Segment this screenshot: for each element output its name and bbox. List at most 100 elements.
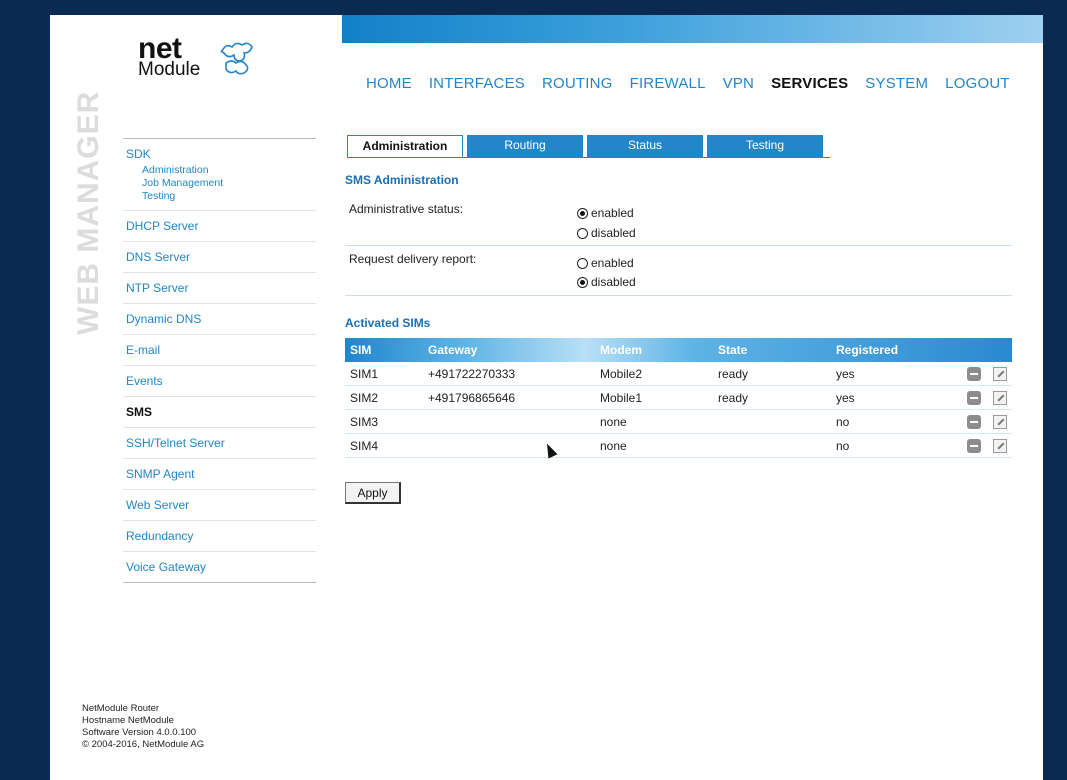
footer-hostname: Hostname NetModule	[82, 715, 174, 726]
main-content: HOME INTERFACES ROUTING FIREWALL VPN SER…	[342, 15, 1043, 780]
edit-icon[interactable]	[993, 414, 1007, 429]
radio-checked-icon	[577, 276, 588, 288]
sidebar-item-ntp-server[interactable]: NTP Server	[123, 272, 316, 303]
delete-icon[interactable]	[967, 414, 981, 429]
sidebar-subitem-testing[interactable]: Testing	[126, 190, 313, 203]
divider	[345, 295, 1012, 296]
radio-unchecked-icon	[577, 257, 588, 269]
divider	[345, 245, 1012, 246]
footer-copyright: © 2004-2016, NetModule AG	[82, 739, 205, 750]
sidebar-item-events[interactable]: Events	[123, 365, 316, 396]
cell-registered: no	[831, 409, 941, 434]
delivery-report-label: Request delivery report:	[349, 252, 477, 266]
sms-administration-title: SMS Administration	[345, 173, 459, 187]
footer-info: NetModule Router Hostname NetModule Soft…	[82, 703, 204, 751]
col-registered: Registered	[836, 343, 899, 357]
cell-sim: SIM3	[345, 409, 423, 434]
cell-sim: SIM1	[345, 362, 423, 386]
delivery-enabled-label: enabled	[591, 256, 634, 270]
sidebar-item-dynamic-dns[interactable]: Dynamic DNS	[123, 303, 316, 334]
activated-sims-table: SIM Gateway Modem State Registered SIM1 …	[345, 338, 1012, 458]
cell-actions	[941, 433, 1012, 458]
cell-state	[713, 409, 831, 434]
sidebar-item-dhcp-server[interactable]: DHCP Server	[123, 210, 316, 241]
menu-routing[interactable]: ROUTING	[542, 75, 613, 92]
cell-modem: Mobile1	[595, 385, 713, 410]
cell-actions	[941, 385, 1012, 410]
cell-gateway	[423, 409, 595, 434]
sidebar-nav: SDK Administration Job Management Testin…	[123, 138, 316, 583]
menu-vpn[interactable]: VPN	[723, 75, 754, 92]
sidebar-subitem-administration[interactable]: Administration	[126, 164, 313, 177]
col-state: State	[718, 343, 748, 357]
tab-testing[interactable]: Testing	[707, 135, 823, 157]
cell-actions	[941, 362, 1012, 386]
cell-sim: SIM4	[345, 433, 423, 458]
menu-firewall[interactable]: FIREWALL	[630, 75, 706, 92]
table-row: SIM1 +491722270333 Mobile2 ready yes	[345, 362, 1012, 386]
cell-sim: SIM2	[345, 385, 423, 410]
sidebar-item-sdk[interactable]: SDK	[126, 146, 313, 162]
admin-status-enabled-label: enabled	[591, 206, 634, 220]
delivery-disabled-radio[interactable]: disabled	[577, 275, 636, 289]
cell-gateway: +491722270333	[423, 362, 595, 386]
cell-modem: Mobile2	[595, 362, 713, 386]
puzzle-logo-icon	[220, 42, 253, 75]
menu-services[interactable]: SERVICES	[771, 75, 848, 92]
footer-version: Software Version 4.0.0.100	[82, 727, 197, 738]
cell-state	[713, 433, 831, 458]
edit-icon[interactable]	[993, 366, 1007, 381]
tab-underline	[347, 157, 830, 158]
cell-registered: yes	[831, 385, 941, 410]
header-gradient-band	[342, 15, 1043, 43]
delete-icon[interactable]	[967, 438, 981, 453]
admin-status-label: Administrative status:	[349, 202, 464, 216]
menu-system[interactable]: SYSTEM	[865, 75, 928, 92]
sidebar-item-sms[interactable]: SMS	[123, 396, 316, 427]
tab-administration[interactable]: Administration	[347, 135, 463, 157]
radio-unchecked-icon	[577, 227, 588, 239]
sidebar-sdk-group: SDK Administration Job Management Testin…	[123, 139, 316, 210]
sidebar-item-redundancy[interactable]: Redundancy	[123, 520, 316, 551]
table-row: SIM2 +491796865646 Mobile1 ready yes	[345, 385, 1012, 410]
left-column: net Module WEB MANAGER SDK Administratio…	[50, 15, 342, 780]
col-modem: Modem	[600, 343, 642, 357]
table-row: SIM4 none no	[345, 433, 1012, 458]
sidebar-item-snmp-agent[interactable]: SNMP Agent	[123, 458, 316, 489]
menu-interfaces[interactable]: INTERFACES	[429, 75, 525, 92]
tab-routing[interactable]: Routing	[467, 135, 583, 157]
radio-checked-icon	[577, 207, 588, 219]
cell-state: ready	[713, 362, 831, 386]
cell-actions	[941, 409, 1012, 434]
logo-module-text: Module	[138, 59, 201, 80]
admin-status-enabled-radio[interactable]: enabled	[577, 206, 634, 220]
delete-icon[interactable]	[967, 366, 981, 381]
edit-icon[interactable]	[993, 390, 1007, 405]
col-actions	[941, 338, 1012, 362]
admin-status-disabled-radio[interactable]: disabled	[577, 226, 636, 240]
top-menu: HOME INTERFACES ROUTING FIREWALL VPN SER…	[366, 75, 1027, 92]
table-header-row: SIM Gateway Modem State Registered	[345, 338, 1012, 362]
footer-product: NetModule Router	[82, 703, 160, 714]
cell-state: ready	[713, 385, 831, 410]
page-frame: net Module WEB MANAGER SDK Administratio…	[50, 15, 1043, 780]
admin-status-disabled-label: disabled	[591, 226, 636, 240]
menu-home[interactable]: HOME	[366, 75, 412, 92]
col-sim: SIM	[350, 343, 372, 357]
table-row: SIM3 none no	[345, 409, 1012, 434]
edit-icon[interactable]	[993, 438, 1007, 453]
sidebar-item-voice-gateway[interactable]: Voice Gateway	[123, 551, 316, 582]
delivery-enabled-radio[interactable]: enabled	[577, 256, 634, 270]
apply-button[interactable]: Apply	[345, 482, 401, 504]
delivery-disabled-label: disabled	[591, 275, 636, 289]
sidebar-item-web-server[interactable]: Web Server	[123, 489, 316, 520]
sidebar-subitem-job-management[interactable]: Job Management	[126, 177, 313, 190]
tab-status[interactable]: Status	[587, 135, 703, 157]
cell-registered: no	[831, 433, 941, 458]
delete-icon[interactable]	[967, 390, 981, 405]
cell-modem: none	[595, 433, 713, 458]
menu-logout[interactable]: LOGOUT	[945, 75, 1010, 92]
sidebar-item-email[interactable]: E-mail	[123, 334, 316, 365]
sidebar-item-dns-server[interactable]: DNS Server	[123, 241, 316, 272]
sidebar-item-ssh-telnet-server[interactable]: SSH/Telnet Server	[123, 427, 316, 458]
